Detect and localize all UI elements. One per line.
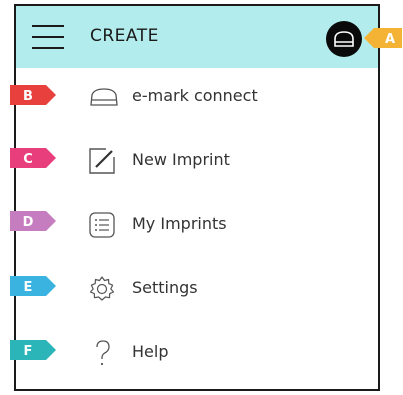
menu-item-label: Settings: [132, 278, 198, 297]
callout-f: F: [10, 340, 56, 360]
menu-item-label: My Imprints: [132, 214, 227, 233]
menu-item-my-imprints[interactable]: My Imprints: [16, 200, 378, 248]
callout-b: B: [10, 85, 56, 105]
menu-item-settings[interactable]: Settings: [16, 264, 378, 312]
menu-item-label: e-mark connect: [132, 86, 258, 105]
emark-device-icon: [334, 31, 354, 47]
screen: CREATE e-mark connect New Imprint My Imp…: [0, 0, 403, 395]
callout-d: D: [10, 211, 56, 231]
callout-c: C: [10, 148, 56, 168]
menu-item-emark-connect[interactable]: e-mark connect: [16, 72, 378, 120]
emark-device-button[interactable]: [326, 21, 362, 57]
list-icon: [88, 211, 116, 239]
callout-letter: D: [23, 215, 34, 230]
app-window: CREATE e-mark connect New Imprint My Imp…: [14, 4, 380, 391]
question-mark-icon: [88, 339, 116, 367]
pencil-square-icon: [88, 147, 116, 175]
menu-item-new-imprint[interactable]: New Imprint: [16, 136, 378, 184]
callout-e: E: [10, 276, 56, 296]
menu-item-help[interactable]: Help: [16, 328, 378, 376]
callout-a: A: [364, 28, 402, 48]
callout-letter: B: [23, 89, 33, 104]
callout-letter: A: [385, 32, 395, 47]
hamburger-menu-icon[interactable]: [32, 25, 64, 49]
callout-letter: E: [24, 280, 33, 295]
app-header: CREATE: [16, 6, 378, 68]
menu-item-label: New Imprint: [132, 150, 230, 169]
emark-device-icon: [88, 83, 118, 111]
gear-icon: [88, 275, 116, 303]
callout-letter: C: [23, 152, 33, 167]
callout-letter: F: [24, 344, 33, 359]
menu-item-label: Help: [132, 342, 169, 361]
header-title: CREATE: [90, 26, 159, 46]
